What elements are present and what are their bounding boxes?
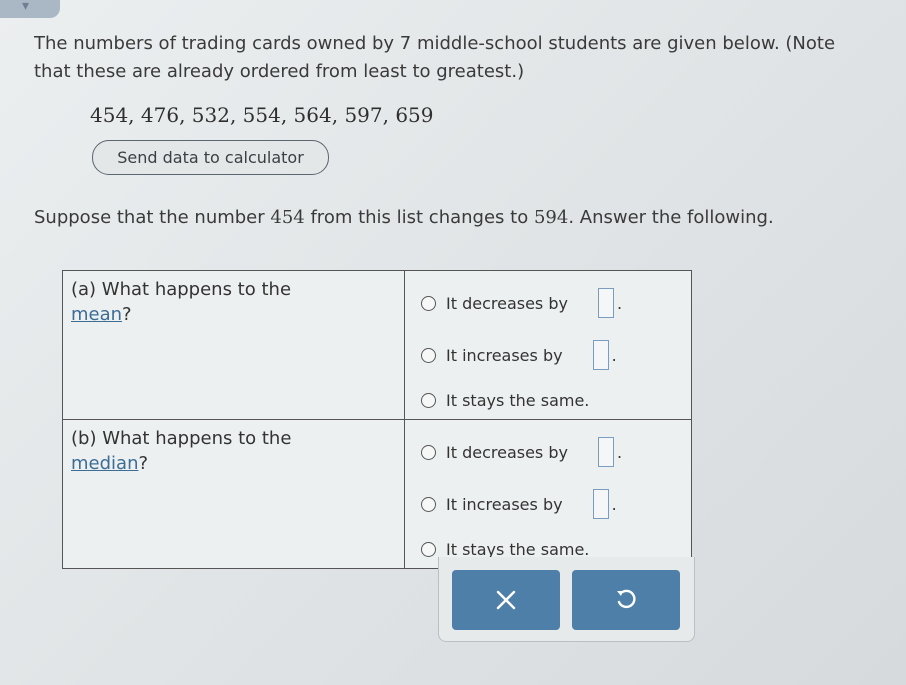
options-mean: It decreases by . It increases by . It s… [404,270,692,420]
option-mean-increases[interactable]: It increases by . [421,329,691,381]
question-row-median: (b) What happens to the median? It decre… [62,419,692,569]
option-label: It increases by [446,345,563,365]
radio-button[interactable] [421,347,436,363]
mean-increase-answer-input[interactable] [592,340,609,370]
suppose-middle: from this list changes to [304,207,534,228]
options-median: It decreases by . It increases by . It s… [404,419,692,569]
option-label: It increases by [446,494,563,514]
suppose-suffix: . Answer the following. [568,207,774,228]
question-b-suffix: ? [138,453,149,474]
new-value: 594 [533,207,569,228]
question-table: (a) What happens to the mean? It decreas… [62,270,692,569]
option-mean-decreases[interactable]: It decreases by . [421,277,691,329]
mean-decrease-answer-input[interactable] [597,288,614,318]
option-median-decreases[interactable]: It decreases by . [421,426,691,478]
problem-intro: The numbers of trading cards owned by 7 … [34,33,836,82]
question-row-mean: (a) What happens to the mean? It decreas… [62,270,692,420]
suppose-statement: Suppose that the number 454 from this li… [34,207,874,228]
old-value: 454 [270,207,305,228]
question-a-suffix: ? [122,304,132,325]
period: . [611,494,617,514]
radio-button[interactable] [421,295,436,311]
radio-button[interactable] [421,444,436,460]
option-label: It decreases by [446,293,568,313]
option-label: It decreases by [446,442,568,462]
question-a-prefix: (a) What happens to the [71,279,292,300]
radio-button[interactable] [421,392,436,408]
period: . [616,442,623,462]
x-icon [496,590,516,610]
question-label-mean: (a) What happens to the mean? [62,270,405,420]
send-to-calculator-button[interactable]: Send data to calculator [92,140,329,175]
period: . [616,293,623,313]
option-mean-same[interactable]: It stays the same. [421,381,691,419]
suppose-prefix: Suppose that the number [34,207,271,228]
median-keyword-link[interactable]: median [71,453,138,474]
option-label: It stays the same. [446,390,590,410]
mean-keyword-link[interactable]: mean [71,304,122,325]
radio-button[interactable] [421,541,436,557]
clear-button[interactable] [452,570,560,630]
option-median-increases[interactable]: It increases by . [421,478,691,530]
median-decrease-answer-input[interactable] [597,437,614,467]
undo-icon [617,589,636,609]
question-b-prefix: (b) What happens to the [71,428,292,449]
question-label-median: (b) What happens to the median? [62,419,405,569]
period: . [611,345,617,365]
top-menu-tab[interactable]: ▾ [0,0,60,18]
radio-button[interactable] [421,496,436,512]
option-label: It stays the same. [446,539,590,559]
chevron-down-icon: ▾ [22,0,30,14]
reset-button[interactable] [572,570,680,630]
data-list: 454, 476, 532, 554, 564, 597, 659 [90,103,434,127]
median-increase-answer-input[interactable] [592,489,609,519]
